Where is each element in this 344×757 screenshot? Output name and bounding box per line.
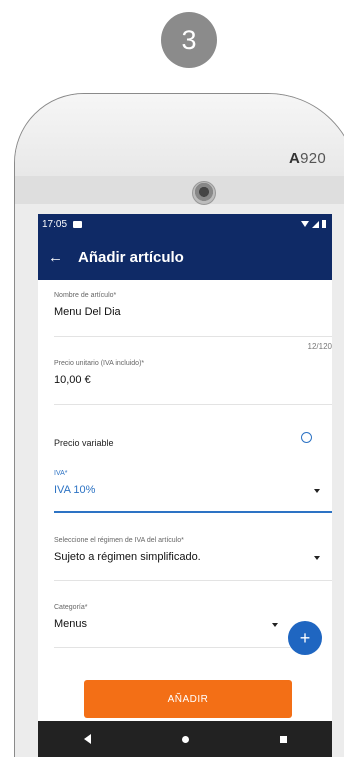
status-bar: 17:05 — [38, 214, 332, 234]
article-name-label: Nombre de artículo* — [54, 292, 117, 299]
iva-regimen-label: Seleccione el régimen de IVA del artícul… — [54, 537, 184, 544]
article-name-value[interactable]: Menu Del Dia — [54, 306, 332, 318]
nav-home-icon[interactable] — [181, 735, 189, 743]
android-screen: 17:05 ← Añadir artículo Nombre de artícu… — [38, 214, 332, 757]
android-nav-bar — [38, 721, 332, 757]
arrow-left-icon[interactable]: ← — [48, 249, 78, 266]
wifi-icon — [301, 221, 309, 227]
category-underline — [54, 647, 290, 648]
category-label: Categoría* — [54, 604, 88, 611]
step-badge: 3 — [161, 12, 217, 68]
iva-regimen-field[interactable]: Seleccione el régimen de IVA del artícul… — [54, 537, 332, 563]
iva-label: IVA* — [54, 470, 68, 477]
app-bar: ← Añadir artículo — [38, 234, 332, 280]
radio-circle-icon[interactable] — [301, 432, 312, 443]
iva-field[interactable]: IVA* IVA 10% — [54, 470, 332, 496]
chevron-down-icon[interactable] — [272, 623, 278, 627]
camera-icon — [192, 181, 216, 205]
iva-active-underline — [54, 511, 332, 513]
unit-price-value[interactable]: 10,00 € — [54, 374, 332, 386]
iva-regimen-value[interactable]: Sujeto a régimen simplificado. — [54, 551, 332, 563]
add-button[interactable]: AÑADIR — [84, 680, 292, 718]
page-title: Añadir artículo — [78, 248, 184, 266]
nav-back-icon[interactable] — [83, 734, 91, 744]
battery-icon — [322, 220, 326, 228]
iva-regimen-underline — [54, 580, 332, 581]
nav-recent-icon[interactable] — [279, 735, 287, 743]
unit-price-underline — [54, 404, 332, 405]
chevron-down-icon[interactable] — [314, 556, 320, 560]
message-icon — [73, 220, 83, 228]
category-value[interactable]: Menus — [54, 618, 290, 630]
variable-price-row[interactable]: Precio variable — [54, 433, 332, 451]
unit-price-field[interactable]: Precio unitario (IVA incluido)* 10,00 € — [54, 360, 332, 386]
status-time: 17:05 — [42, 218, 68, 230]
article-name-underline — [54, 336, 332, 337]
article-name-field[interactable]: Nombre de artículo* Menu Del Dia — [54, 292, 332, 318]
signal-icon — [312, 220, 319, 228]
category-field[interactable]: Categoría* Menus — [54, 604, 290, 630]
character-counter: 12/120 — [307, 342, 332, 351]
device-brand: A920 — [289, 150, 327, 167]
device-band — [15, 176, 344, 204]
unit-price-label: Precio unitario (IVA incluido)* — [54, 360, 145, 367]
tutorial-stage: 3 A920 17:05 ← Añadir artículo Nombre de… — [0, 0, 344, 757]
iva-value[interactable]: IVA 10% — [54, 484, 332, 496]
chevron-down-icon[interactable] — [314, 489, 320, 493]
variable-price-label: Precio variable — [54, 438, 114, 448]
plus-icon[interactable]: + — [288, 621, 322, 655]
